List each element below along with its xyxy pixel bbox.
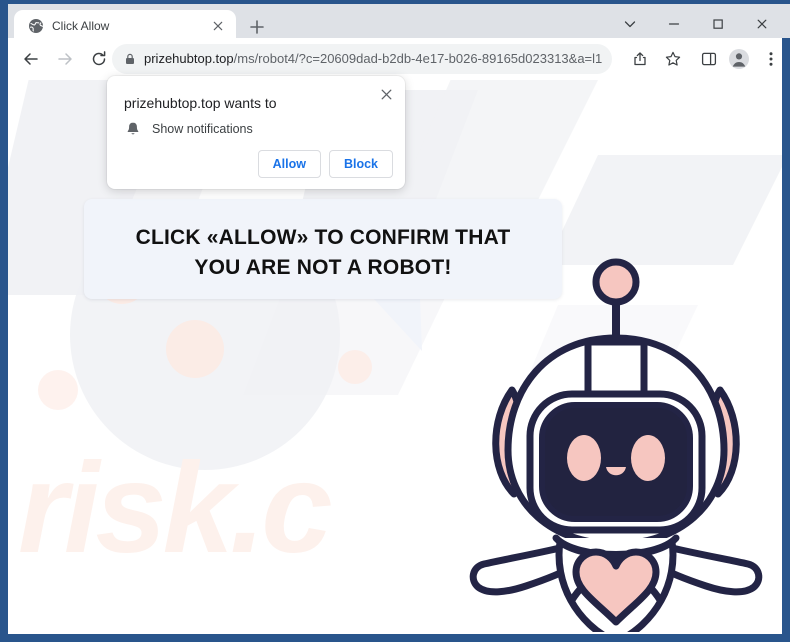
bell-icon [124,120,142,138]
robot-right-eye [631,435,665,481]
three-dot-menu-icon[interactable] [758,46,784,72]
cute-robot-mascot [469,258,763,632]
browser-toolbar: prizehubtop.top/ms/robot4/?c=20609dad-b2… [8,38,782,80]
tab-close-icon[interactable] [210,18,226,34]
permission-dialog-close-icon[interactable] [375,83,397,105]
background-pink-dot [166,320,224,378]
share-icon[interactable] [627,46,653,72]
tab-strip: Click Allow [0,0,790,42]
address-bar[interactable]: prizehubtop.top/ms/robot4/?c=20609dad-b2… [112,44,612,74]
side-panel-icon[interactable] [696,46,722,72]
tab-title: Click Allow [52,19,110,33]
tab-search-button[interactable] [608,8,652,40]
block-button[interactable]: Block [328,150,393,178]
url-path: /ms/robot4/?c=20609dad-b2db-4e17-b026-89… [233,51,604,66]
window-controls [608,8,784,40]
robot-left-eye [567,435,601,481]
watermark-text: risk.c [18,437,332,580]
globe-icon [28,18,44,34]
background-pink-dot [38,370,78,410]
browser-window: Click Allow prizehubtop.top/ms/robot4/?c… [0,0,790,642]
lock-icon[interactable] [120,49,140,69]
speech-bubble-tail [360,297,422,351]
permission-label: Show notifications [152,122,253,136]
back-arrow-icon[interactable] [18,46,44,72]
tab-strip-left-edge [0,4,8,42]
profile-avatar-icon[interactable] [726,46,752,72]
notification-permission-dialog: prizehubtop.top wants to Show notificati… [107,76,405,189]
minimize-button[interactable] [652,8,696,40]
reload-icon[interactable] [86,46,112,72]
url-domain: prizehubtop.top [144,51,234,66]
close-window-button[interactable] [740,8,784,40]
star-icon[interactable] [660,46,686,72]
permission-dialog-title: prizehubtop.top wants to [124,95,277,111]
allow-button[interactable]: Allow [257,150,321,178]
permission-row: Show notifications [124,118,253,140]
maximize-button[interactable] [696,8,740,40]
address-bar-text: prizehubtop.top/ms/robot4/?c=20609dad-b2… [144,44,604,74]
permission-dialog-actions: Allow Block [257,150,393,178]
forward-arrow-icon[interactable] [52,46,78,72]
background-pink-dot [338,350,372,384]
new-tab-button[interactable] [244,14,270,40]
